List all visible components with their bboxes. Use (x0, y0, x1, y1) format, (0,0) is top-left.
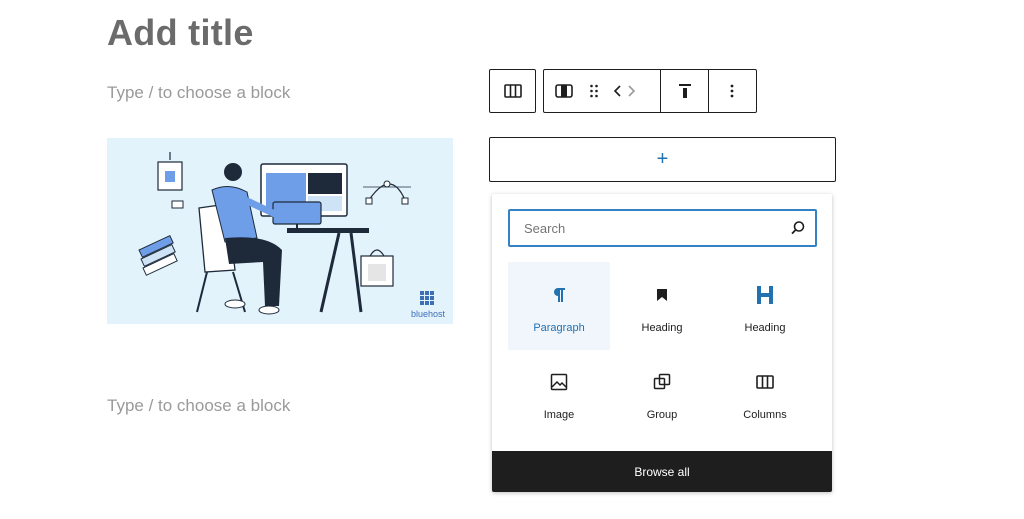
move-left-button[interactable] (604, 70, 621, 112)
block-item-columns[interactable]: Columns (714, 349, 816, 437)
block-item-label: Image (543, 409, 575, 421)
add-block-button[interactable]: + (489, 137, 836, 182)
search-box (508, 209, 817, 247)
empty-block-placeholder[interactable]: Type / to choose a block (107, 396, 290, 416)
columns-icon (756, 375, 774, 389)
block-item-label: Heading (744, 322, 786, 334)
block-item-group[interactable]: Group (611, 349, 713, 437)
image-icon (550, 373, 568, 391)
block-item-heading[interactable]: Heading (714, 262, 816, 350)
block-item-heading[interactable]: Heading (611, 262, 713, 350)
block-type-toolbar (489, 69, 536, 113)
block-toolbar (543, 69, 757, 113)
search-icon[interactable] (790, 220, 806, 236)
browse-all-button[interactable]: Browse all (492, 451, 832, 492)
search-input[interactable] (510, 211, 789, 245)
vertical-align-button[interactable] (661, 70, 708, 112)
column-icon (555, 84, 573, 98)
brand-logo-text: bluehost (410, 309, 445, 319)
column-block-button[interactable] (544, 70, 584, 112)
move-left-icon (613, 85, 621, 97)
block-item-label: Group (646, 409, 678, 421)
move-right-button[interactable] (621, 70, 643, 112)
block-item-label: Paragraph (533, 322, 585, 334)
bookmark-icon (657, 289, 667, 301)
paragraph-icon (554, 288, 565, 302)
empty-block-placeholder[interactable]: Type / to choose a block (107, 83, 290, 103)
block-item-label: Columns (743, 409, 787, 421)
block-item-paragraph[interactable]: Paragraph (508, 262, 610, 350)
post-title[interactable]: Add title (107, 12, 254, 54)
more-options-icon (730, 84, 734, 98)
illustration (138, 152, 434, 315)
block-item-image[interactable]: Image (508, 349, 610, 437)
drag-handle[interactable] (584, 70, 604, 112)
more-options-button[interactable] (709, 70, 755, 112)
vertical-align-top-icon (678, 84, 691, 98)
move-right-icon (628, 85, 636, 97)
drag-handle-icon (590, 84, 598, 98)
group-icon (653, 373, 671, 390)
block-item-label: Heading (641, 322, 683, 334)
block-inserter-popover: Paragraph Heading Heading Image (492, 194, 832, 492)
columns-icon (503, 84, 522, 98)
block-type-button[interactable] (490, 70, 535, 112)
image-block[interactable]: bluehost (107, 138, 453, 324)
plus-icon: + (656, 148, 669, 170)
heading-icon (757, 286, 773, 304)
